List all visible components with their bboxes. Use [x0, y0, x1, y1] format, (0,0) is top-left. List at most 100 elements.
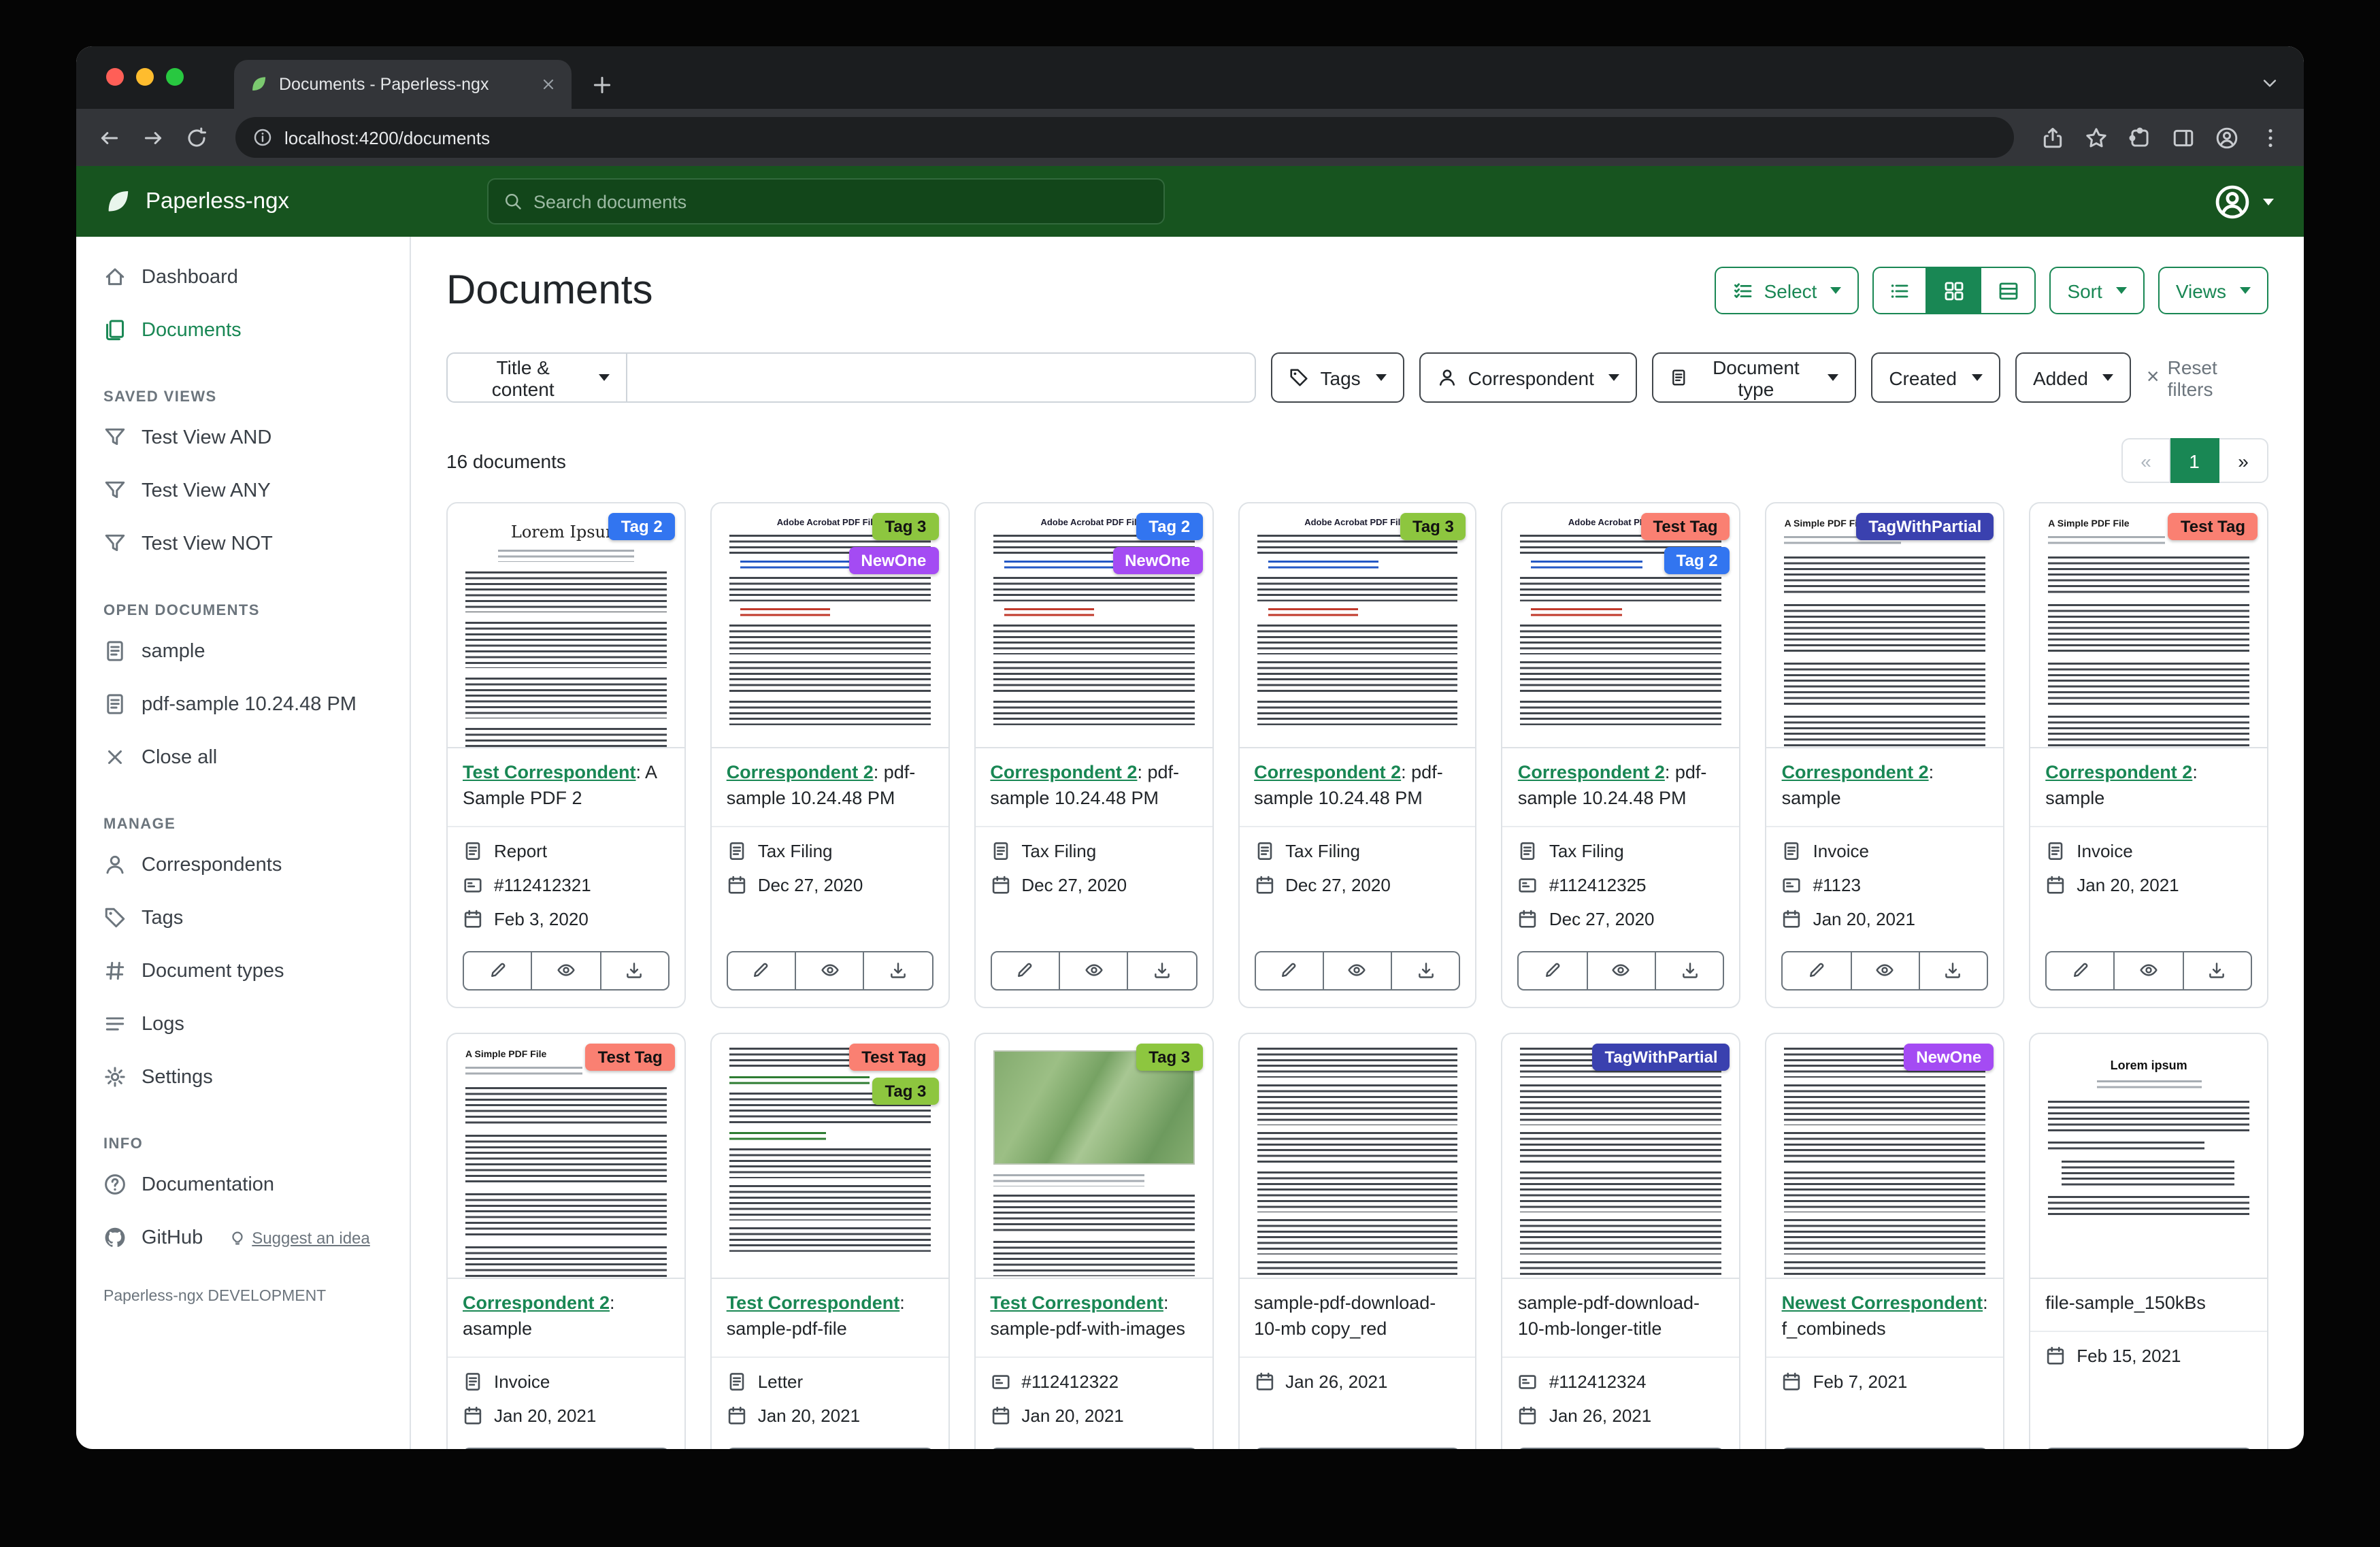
edit-button[interactable] — [463, 951, 533, 991]
download-button[interactable] — [601, 1447, 670, 1449]
meta-document-type[interactable]: Tax Filing — [727, 841, 933, 861]
meta-created-date[interactable]: Jan 20, 2021 — [463, 1405, 670, 1425]
filter-query-input[interactable] — [627, 352, 1256, 403]
sidebar-item-close-all[interactable]: Close all — [76, 731, 410, 784]
share-icon[interactable] — [2041, 126, 2064, 149]
edit-button[interactable] — [727, 1447, 797, 1449]
user-menu[interactable] — [2214, 183, 2274, 220]
meta-document-type[interactable]: Letter — [727, 1371, 933, 1391]
preview-button[interactable] — [796, 1447, 865, 1449]
meta-created-date[interactable]: Feb 7, 2021 — [1782, 1371, 1989, 1391]
download-button[interactable] — [2183, 1447, 2252, 1449]
meta-document-type[interactable]: Tax Filing — [1518, 841, 1725, 861]
document-correspondent-link[interactable]: Correspondent 2 — [463, 1293, 610, 1313]
download-button[interactable] — [1392, 1447, 1461, 1449]
document-correspondent-link[interactable]: Newest Correspondent — [1782, 1293, 1983, 1313]
edit-button[interactable] — [1782, 951, 1852, 991]
preview-button[interactable] — [1324, 951, 1393, 991]
document-thumbnail[interactable]: Adobe Acrobat PDF Files — [1239, 503, 1476, 748]
extensions-icon[interactable] — [2128, 126, 2151, 149]
brand[interactable]: Paperless-ngx — [103, 187, 289, 216]
view-toggle-grid[interactable] — [1927, 267, 1981, 314]
edit-button[interactable] — [1782, 1447, 1852, 1449]
document-thumbnail[interactable]: A Simple PDF File — [448, 1034, 684, 1279]
pagination-next-button[interactable]: » — [2219, 438, 2268, 483]
document-thumbnail[interactable]: Lorem ipsum — [2030, 1034, 2267, 1279]
document-thumbnail[interactable]: A Simple PDF File — [2030, 503, 2267, 748]
minimize-window-button[interactable] — [136, 68, 154, 86]
tag-chip[interactable]: Tag 3 — [873, 1078, 939, 1105]
document-correspondent-link[interactable]: Test Correspondent — [990, 1293, 1163, 1313]
meta-created-date[interactable]: Dec 27, 2020 — [1254, 875, 1461, 895]
preview-button[interactable] — [1851, 1447, 1920, 1449]
meta-asn[interactable]: #1123 — [1782, 875, 1989, 895]
meta-created-date[interactable]: Feb 3, 2020 — [463, 909, 670, 929]
meta-created-date[interactable]: Jan 26, 2021 — [1518, 1405, 1725, 1425]
address-bar[interactable]: localhost:4200/documents — [235, 117, 2014, 158]
document-correspondent-link[interactable]: Correspondent 2 — [2045, 762, 2192, 782]
meta-created-date[interactable]: Jan 20, 2021 — [2045, 875, 2252, 895]
preview-button[interactable] — [1587, 951, 1656, 991]
reload-button[interactable] — [185, 126, 208, 149]
tag-chip[interactable]: Test Tag — [1640, 513, 1730, 540]
meta-asn[interactable]: #112412325 — [1518, 875, 1725, 895]
document-correspondent-link[interactable]: Test Correspondent — [727, 1293, 900, 1313]
meta-created-date[interactable]: Jan 26, 2021 — [1254, 1371, 1461, 1391]
download-button[interactable] — [2183, 951, 2252, 991]
document-correspondent-link[interactable]: Correspondent 2 — [1518, 762, 1665, 782]
sidebar-item-test-view-not[interactable]: Test View NOT — [76, 517, 410, 570]
edit-button[interactable] — [1518, 951, 1588, 991]
download-button[interactable] — [601, 951, 670, 991]
download-button[interactable] — [1392, 951, 1461, 991]
view-toggle-list[interactable] — [1872, 267, 1927, 314]
filter-button-document-type[interactable]: Document type — [1653, 352, 1856, 403]
meta-document-type[interactable]: Tax Filing — [990, 841, 1197, 861]
document-thumbnail[interactable]: A Simple PDF File — [1767, 503, 2004, 748]
view-toggle-table[interactable] — [1981, 267, 2036, 314]
reset-filters[interactable]: × Reset filters — [2147, 356, 2266, 399]
download-button[interactable] — [1656, 1447, 1725, 1449]
sidebar-item-test-view-any[interactable]: Test View ANY — [76, 464, 410, 517]
tag-chip[interactable]: NewOne — [1904, 1044, 1994, 1071]
preview-button[interactable] — [1060, 1447, 1129, 1449]
tag-chip[interactable]: Test Tag — [2168, 513, 2258, 540]
download-button[interactable] — [865, 1447, 933, 1449]
meta-asn[interactable]: #112412324 — [1518, 1371, 1725, 1391]
tag-chip[interactable]: TagWithPartial — [1856, 513, 1994, 540]
sidebar-item-documentation[interactable]: Documentation — [76, 1158, 410, 1211]
side-panel-icon[interactable] — [2172, 126, 2195, 149]
tag-chip[interactable]: Tag 3 — [873, 513, 939, 540]
meta-created-date[interactable]: Dec 27, 2020 — [727, 875, 933, 895]
filter-button-added[interactable]: Added — [2015, 352, 2132, 403]
download-button[interactable] — [1129, 1447, 1197, 1449]
pagination-page-button[interactable]: 1 — [2170, 438, 2219, 483]
forward-button[interactable] — [142, 126, 165, 149]
document-thumbnail[interactable]: Lorem Ipsum — [448, 503, 684, 748]
meta-created-date[interactable]: Jan 20, 2021 — [727, 1405, 933, 1425]
edit-button[interactable] — [2045, 951, 2115, 991]
edit-button[interactable] — [990, 1447, 1060, 1449]
views-button[interactable]: Views — [2158, 267, 2268, 314]
meta-document-type[interactable]: Invoice — [463, 1371, 670, 1391]
back-button[interactable] — [98, 126, 121, 149]
tag-chip[interactable]: Tag 3 — [1136, 1044, 1202, 1071]
meta-created-date[interactable]: Jan 20, 2021 — [1782, 909, 1989, 929]
filter-field-selector[interactable]: Title & content — [446, 352, 627, 403]
document-thumbnail[interactable] — [975, 1034, 1212, 1279]
zoom-window-button[interactable] — [166, 68, 184, 86]
filter-button-correspondent[interactable]: Correspondent — [1419, 352, 1638, 403]
tag-chip[interactable]: Test Tag — [849, 1044, 938, 1071]
sidebar-item-tags[interactable]: Tags — [76, 891, 410, 944]
tag-chip[interactable]: Tag 2 — [1664, 547, 1730, 574]
pagination-prev-button[interactable]: « — [2121, 438, 2170, 483]
tag-chip[interactable]: TagWithPartial — [1593, 1044, 1730, 1071]
download-button[interactable] — [1129, 951, 1197, 991]
tag-chip[interactable]: NewOne — [1112, 547, 1202, 574]
preview-button[interactable] — [796, 951, 865, 991]
meta-created-date[interactable]: Dec 27, 2020 — [1518, 909, 1725, 929]
preview-button[interactable] — [533, 951, 601, 991]
new-tab-button[interactable] — [591, 73, 614, 97]
tab-close-icon[interactable] — [540, 76, 557, 93]
edit-button[interactable] — [2045, 1447, 2115, 1449]
preview-button[interactable] — [1060, 951, 1129, 991]
